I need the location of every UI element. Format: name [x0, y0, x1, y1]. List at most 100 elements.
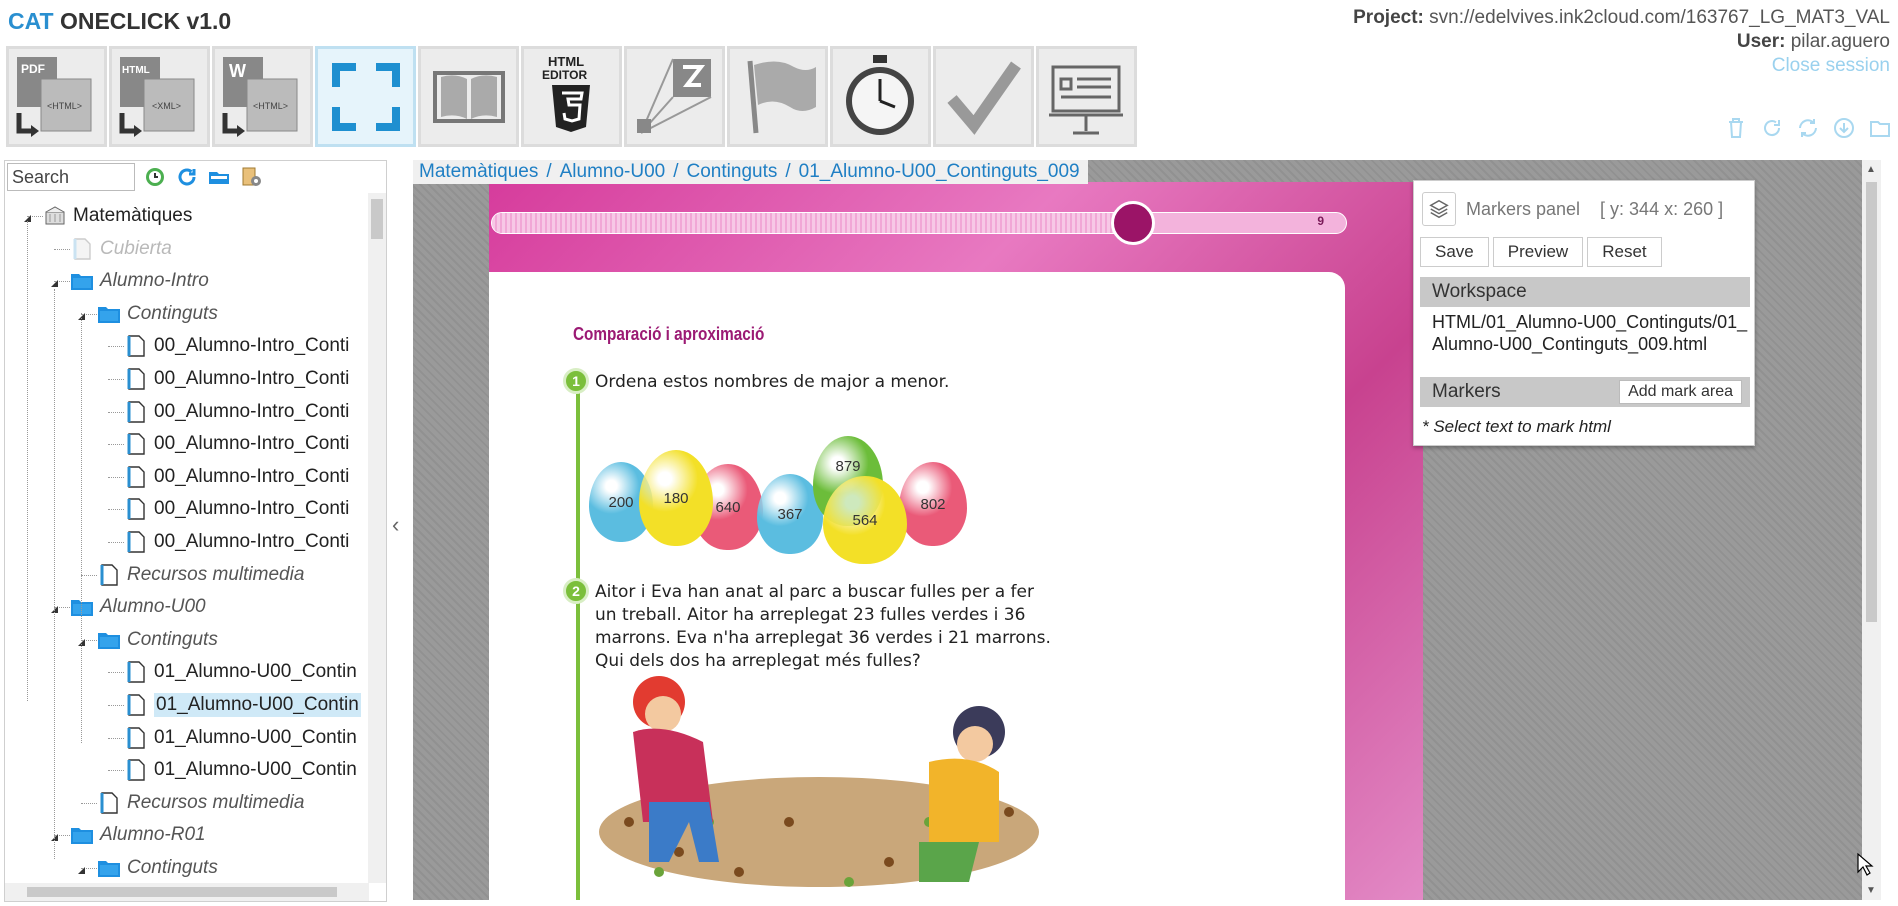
page-number: 9 [1317, 214, 1324, 228]
tree-file[interactable]: 00_Alumno-Intro_Conti [124, 429, 349, 459]
scrollbar-thumb[interactable] [371, 199, 383, 239]
tree-file[interactable]: 00_Alumno-Intro_Conti [124, 364, 349, 394]
tree-horizontal-scrollbar[interactable] [5, 883, 369, 901]
key-icon [1110, 201, 1155, 245]
tree-file[interactable]: Recursos multimedia [97, 788, 304, 818]
tree-item-label: 00_Alumno-Intro_Conti [154, 335, 350, 357]
sync-icon[interactable] [1796, 116, 1820, 140]
book-icon [433, 71, 505, 123]
html-editor-button[interactable]: HTML EDITOR [521, 46, 622, 147]
collapse-folder-icon[interactable] [207, 165, 231, 189]
tree-file[interactable]: Cubierta [70, 234, 172, 264]
svg-text:HTML: HTML [122, 65, 150, 76]
tree-vertical-scrollbar[interactable] [368, 193, 386, 883]
tree-expanded-triangle-icon[interactable] [75, 863, 87, 875]
recent-icon[interactable] [143, 165, 167, 189]
tree-file[interactable]: 00_Alumno-Intro_Conti [124, 494, 349, 524]
tree-connector [54, 248, 70, 250]
preview-button[interactable]: Preview [1492, 237, 1584, 267]
tree-item-label: 01_Alumno-U00_Contin [154, 759, 357, 781]
tree-item-label: Continguts [127, 628, 218, 650]
tree-file[interactable]: 00_Alumno-Intro_Conti [124, 397, 349, 427]
book-page: 9 Comparació i aproximació 1 Ordena esto… [489, 182, 1423, 900]
page-icon [127, 759, 145, 781]
search-input[interactable] [7, 163, 135, 191]
tree-file[interactable]: 01_Alumno-U00_Contin [124, 657, 357, 687]
markers-section-header: Markers Add mark area [1420, 377, 1750, 407]
tree-folder[interactable]: Continguts [97, 299, 218, 329]
tree-folder[interactable]: Continguts [97, 853, 218, 881]
checkmark-icon [947, 61, 1021, 135]
refresh-icon[interactable] [1760, 116, 1784, 140]
markers-hint: * Select text to mark html [1422, 417, 1611, 436]
tree-folder[interactable]: Continguts [97, 625, 218, 655]
main-toolbar: PDF <HTML> HTML <XML> W <HTML> HTML EDIT… [6, 46, 1137, 148]
svg-text:PDF: PDF [21, 62, 45, 76]
trash-icon[interactable] [1724, 116, 1748, 140]
add-mark-area-button[interactable]: Add mark area [1619, 380, 1742, 404]
tree-folder[interactable]: Alumno-Intro [70, 266, 209, 296]
workspace-path: HTML/01_Alumno-U00_Continguts/01_Alumno-… [1432, 312, 1748, 354]
layers-icon[interactable] [1422, 192, 1456, 226]
collapse-panel-chevron-icon[interactable]: ‹ [392, 512, 399, 538]
pdf-to-html-button[interactable]: PDF <HTML> [6, 46, 107, 147]
page-icon [127, 726, 145, 749]
project-tree-panel: Matemàtiques Cubierta Alumno-Intro Contingu… [4, 160, 387, 902]
tree-guide-line [54, 289, 55, 859]
tree-item-label: Cubierta [100, 237, 172, 259]
reload-tree-icon[interactable] [175, 165, 199, 189]
tree-item-label: Continguts [127, 857, 218, 878]
tree-file[interactable]: 01_Alumno-U00_Contin [124, 723, 357, 753]
tree-folder[interactable]: Matemàtiques [43, 201, 192, 231]
document-settings-icon[interactable] [239, 165, 263, 189]
flag-button[interactable] [727, 46, 828, 147]
reset-button[interactable]: Reset [1587, 237, 1662, 267]
exercise-2-text[interactable]: Aitor i Eva han anat al parc a buscar fu… [595, 581, 1055, 673]
egg-value: 367 [777, 505, 803, 523]
breadcrumb-separator: / [785, 161, 791, 182]
exercise-1-text[interactable]: Ordena estos nombres de major a menor. [595, 371, 1115, 394]
tree-file[interactable]: 00_Alumno-Intro_Conti [124, 527, 349, 557]
fullscreen-button[interactable] [315, 46, 416, 147]
tree-connector [108, 476, 124, 478]
tree-file[interactable]: Recursos multimedia [97, 560, 304, 590]
user-value: pilar.aguero [1790, 31, 1890, 52]
tree-connector [81, 802, 97, 804]
egg-802: 802 [899, 462, 967, 546]
breadcrumb-item[interactable]: Matemàtiques [419, 161, 538, 183]
egg-180: 180 [639, 450, 713, 546]
tree-connector [108, 444, 124, 446]
tree-folder[interactable]: Alumno-U00 [70, 592, 206, 622]
breadcrumb-item[interactable]: Continguts [687, 161, 778, 183]
tree-file[interactable]: 00_Alumno-Intro_Conti [124, 462, 349, 492]
tree-connector [108, 509, 124, 511]
scroll-down-arrow-icon[interactable]: ▼ [1866, 885, 1876, 896]
html-to-xml-button[interactable]: HTML <XML> [109, 46, 210, 147]
tree-file[interactable]: 00_Alumno-Intro_Conti [124, 331, 349, 361]
breadcrumb-item[interactable]: Alumno-U00 [560, 161, 666, 183]
save-button[interactable]: Save [1420, 237, 1489, 267]
viewer-vertical-scrollbar[interactable]: ▲ ▼ [1862, 160, 1881, 900]
download-icon[interactable] [1832, 116, 1856, 140]
app-title-name: ONECLICK v1.0 [59, 8, 232, 34]
folder-icon[interactable] [1868, 116, 1892, 140]
scrollbar-thumb[interactable] [1866, 182, 1877, 622]
svg-text:W: W [229, 61, 246, 81]
scroll-up-arrow-icon[interactable]: ▲ [1866, 164, 1876, 175]
validate-button[interactable] [933, 46, 1034, 147]
tree-expanded-triangle-icon[interactable] [48, 276, 60, 288]
scrollbar-thumb[interactable] [27, 887, 337, 897]
timer-button[interactable] [830, 46, 931, 147]
close-session-link[interactable]: Close session [1353, 54, 1890, 78]
breadcrumb-item[interactable]: 01_Alumno-U00_Continguts_009 [799, 161, 1080, 183]
svg-text:<HTML>: <HTML> [47, 101, 82, 111]
tree-file[interactable]: 01_Alumno-U00_Contin [124, 690, 361, 720]
tree-file[interactable]: 01_Alumno-U00_Contin [124, 755, 357, 785]
html5-editor-icon: HTML EDITOR [542, 54, 590, 132]
book-button[interactable] [418, 46, 519, 147]
word-to-html-button[interactable]: W <HTML> [212, 46, 313, 147]
egg-value: 564 [852, 511, 878, 529]
presentation-button[interactable] [1036, 46, 1137, 147]
tree-folder[interactable]: Alumno-R01 [70, 820, 206, 850]
zoom-area-button[interactable] [624, 46, 725, 147]
